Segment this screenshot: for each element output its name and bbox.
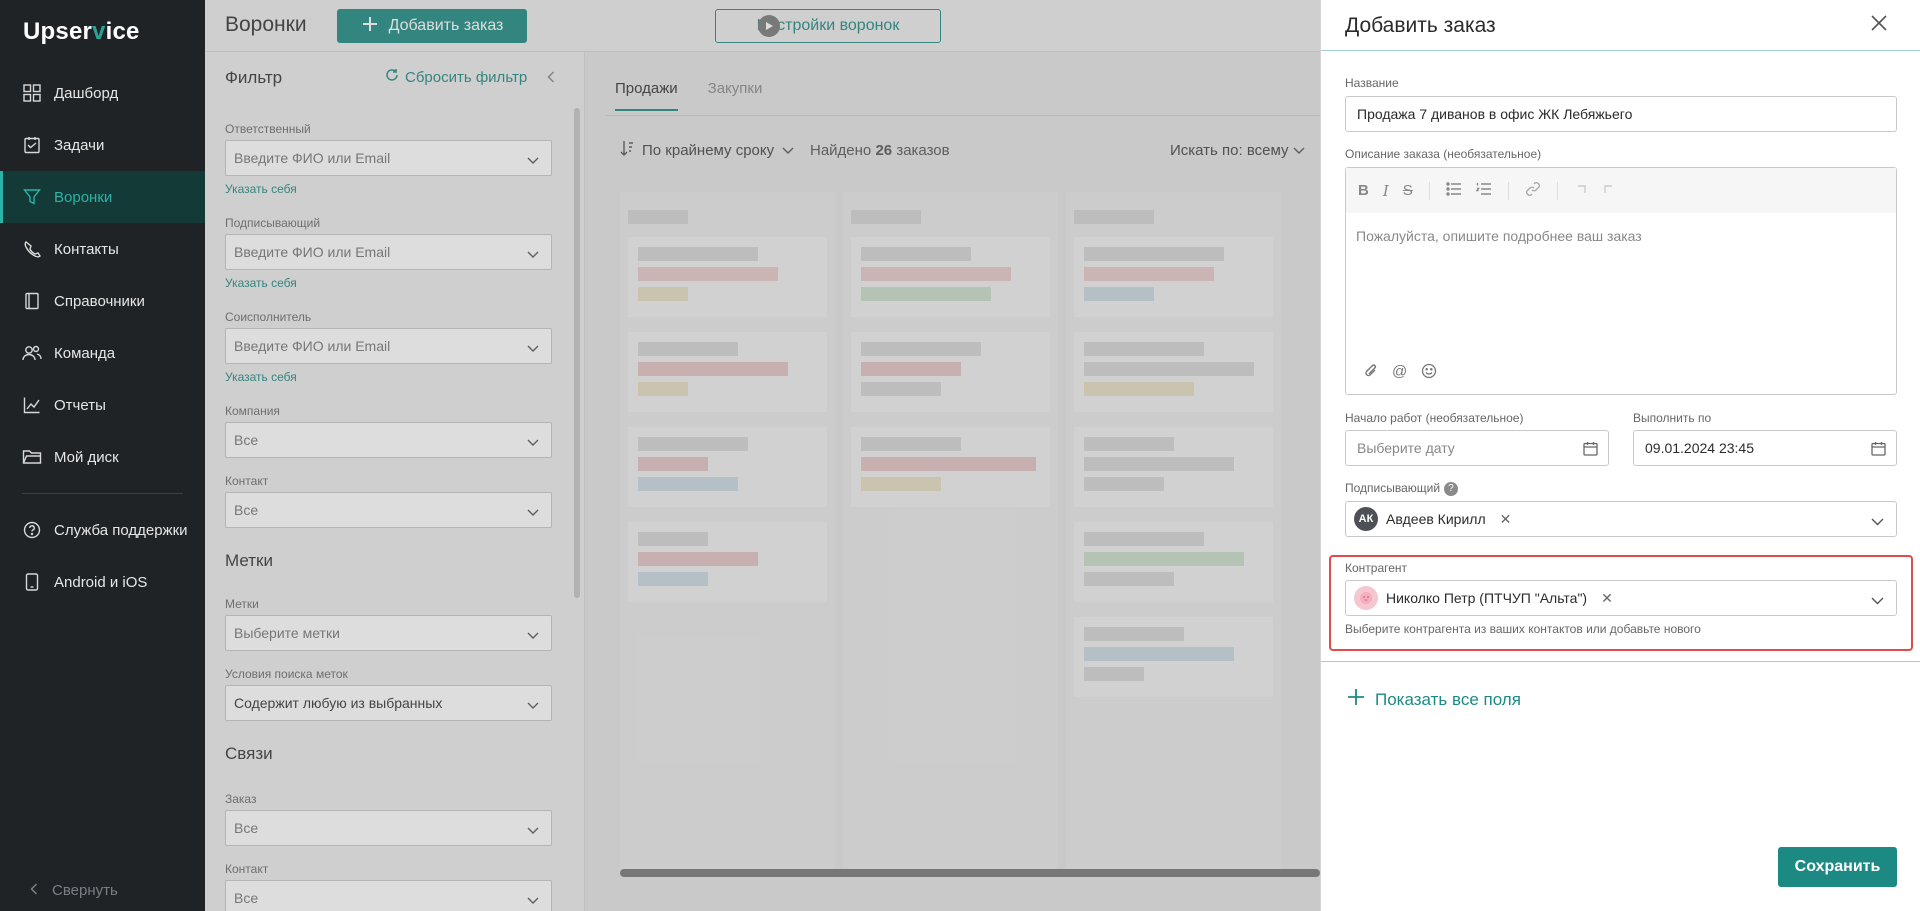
sidebar-item-label: Дашборд xyxy=(54,84,119,102)
start-date-input[interactable]: Выберите дату xyxy=(1345,430,1609,466)
remove-chip-icon[interactable]: ✕ xyxy=(1601,590,1613,607)
start-date-label: Начало работ (необязательное) xyxy=(1345,411,1524,425)
bullet-list-icon[interactable] xyxy=(1446,181,1462,200)
contacts-icon xyxy=(22,239,42,259)
show-all-fields-button[interactable]: Показать все поля xyxy=(1347,688,1521,711)
due-date-input[interactable]: 09.01.2024 23:45 xyxy=(1633,430,1897,466)
redo-icon[interactable] xyxy=(1602,182,1616,199)
avatar xyxy=(1354,586,1378,610)
phone-icon xyxy=(22,572,42,592)
close-icon[interactable] xyxy=(1870,14,1888,35)
emoji-icon[interactable] xyxy=(1421,363,1437,383)
sidebar-nav: Дашборд Задачи Воронки Контакты Справочн… xyxy=(0,67,205,608)
editor-toolbar: B I S xyxy=(1346,168,1896,213)
counterparty-chip: Николко Петр (ПТЧУП "Альта") ✕ xyxy=(1354,586,1613,610)
sidebar-item-label: Команда xyxy=(54,344,116,362)
sidebar-item-support[interactable]: Служба поддержки xyxy=(0,504,205,556)
description-label: Описание заказа (необязательное) xyxy=(1345,147,1542,161)
chevron-left-icon xyxy=(30,882,38,899)
sidebar-item-tasks[interactable]: Задачи xyxy=(0,119,205,171)
sidebar-item-team[interactable]: Команда xyxy=(0,327,205,379)
chevron-down-icon xyxy=(1871,513,1884,529)
strikethrough-icon[interactable]: S xyxy=(1403,182,1413,199)
counterparty-select[interactable]: Николко Петр (ПТЧУП "Альта") ✕ xyxy=(1345,580,1897,616)
dashboard-icon xyxy=(22,83,42,103)
toolbar-separator xyxy=(1428,181,1430,200)
logo[interactable]: Upservice xyxy=(23,18,140,46)
add-order-drawer: Добавить заказ Название Продажа 7 дивано… xyxy=(1320,0,1920,911)
calendar-icon xyxy=(1583,441,1598,459)
sidebar-item-label: Android и iOS xyxy=(54,573,148,591)
modal-overlay[interactable] xyxy=(205,0,1320,911)
sidebar-item-label: Мой диск xyxy=(54,448,119,466)
avatar: АК xyxy=(1354,507,1378,531)
signer-select[interactable]: АК Авдеев Кирилл ✕ xyxy=(1345,501,1897,537)
mention-icon[interactable]: @ xyxy=(1392,363,1407,383)
attach-icon[interactable] xyxy=(1364,363,1378,383)
book-icon xyxy=(22,291,42,311)
sidebar: Upservice Дашборд Задачи Воронки Контакт… xyxy=(0,0,205,911)
tasks-icon xyxy=(22,135,42,155)
name-label: Название xyxy=(1345,76,1399,90)
undo-icon[interactable] xyxy=(1574,182,1588,199)
sidebar-item-label: Задачи xyxy=(54,136,105,154)
funnel-icon xyxy=(22,187,42,207)
plus-icon xyxy=(1347,688,1365,711)
collapse-sidebar-button[interactable]: Свернуть xyxy=(30,882,118,899)
team-icon xyxy=(22,343,42,363)
due-date-label: Выполнить по xyxy=(1633,411,1712,425)
sidebar-item-reports[interactable]: Отчеты xyxy=(0,379,205,431)
sidebar-item-funnels[interactable]: Воронки xyxy=(0,171,205,223)
sidebar-item-disk[interactable]: Мой диск xyxy=(0,431,205,483)
sidebar-divider xyxy=(22,493,183,494)
show-all-label: Показать все поля xyxy=(1375,689,1521,709)
help-icon[interactable]: ? xyxy=(1444,481,1459,496)
folder-icon xyxy=(22,447,42,467)
signer-field-label: Подписывающий? xyxy=(1345,481,1459,496)
sidebar-item-mobile[interactable]: Android и iOS xyxy=(0,556,205,608)
sidebar-item-directories[interactable]: Справочники xyxy=(0,275,205,327)
italic-icon[interactable]: I xyxy=(1383,182,1389,200)
toolbar-separator xyxy=(1556,181,1558,200)
description-placeholder: Пожалуйста, опишите подробнее ваш заказ xyxy=(1356,228,1642,244)
drawer-title: Добавить заказ xyxy=(1345,14,1496,37)
counterparty-hint: Выберите контрагента из ваших контактов … xyxy=(1345,622,1701,636)
drawer-header-divider xyxy=(1321,50,1920,51)
signer-chip: АК Авдеев Кирилл ✕ xyxy=(1354,507,1511,531)
sidebar-item-label: Контакты xyxy=(54,240,119,258)
link-icon[interactable] xyxy=(1525,181,1541,201)
toolbar-separator xyxy=(1507,181,1509,200)
save-button[interactable]: Сохранить xyxy=(1778,847,1897,887)
description-editor[interactable]: B I S Пожалуйста, опишите подробнее ваш … xyxy=(1345,167,1897,395)
counterparty-name: Николко Петр (ПТЧУП "Альта") xyxy=(1386,590,1588,606)
reports-icon xyxy=(22,395,42,415)
remove-chip-icon[interactable]: ✕ xyxy=(1500,511,1512,528)
sidebar-item-dashboard[interactable]: Дашборд xyxy=(0,67,205,119)
sidebar-item-label: Отчеты xyxy=(54,396,106,414)
chevron-down-icon xyxy=(1871,592,1884,608)
sidebar-item-contacts[interactable]: Контакты xyxy=(0,223,205,275)
calendar-icon xyxy=(1871,441,1886,459)
editor-footer: @ xyxy=(1364,363,1437,383)
sidebar-item-label: Справочники xyxy=(54,292,145,310)
bold-icon[interactable]: B xyxy=(1358,182,1369,199)
sidebar-item-label: Воронки xyxy=(54,188,113,206)
numbered-list-icon[interactable] xyxy=(1475,182,1492,200)
counterparty-label: Контрагент xyxy=(1345,561,1408,575)
help-icon xyxy=(22,520,42,540)
collapse-label: Свернуть xyxy=(52,882,118,899)
order-name-input[interactable]: Продажа 7 диванов в офис ЖК Лебяжьего xyxy=(1345,96,1897,132)
fields-divider xyxy=(1321,661,1920,662)
sidebar-item-label: Служба поддержки xyxy=(54,521,188,539)
signer-name: Авдеев Кирилл xyxy=(1386,511,1486,527)
